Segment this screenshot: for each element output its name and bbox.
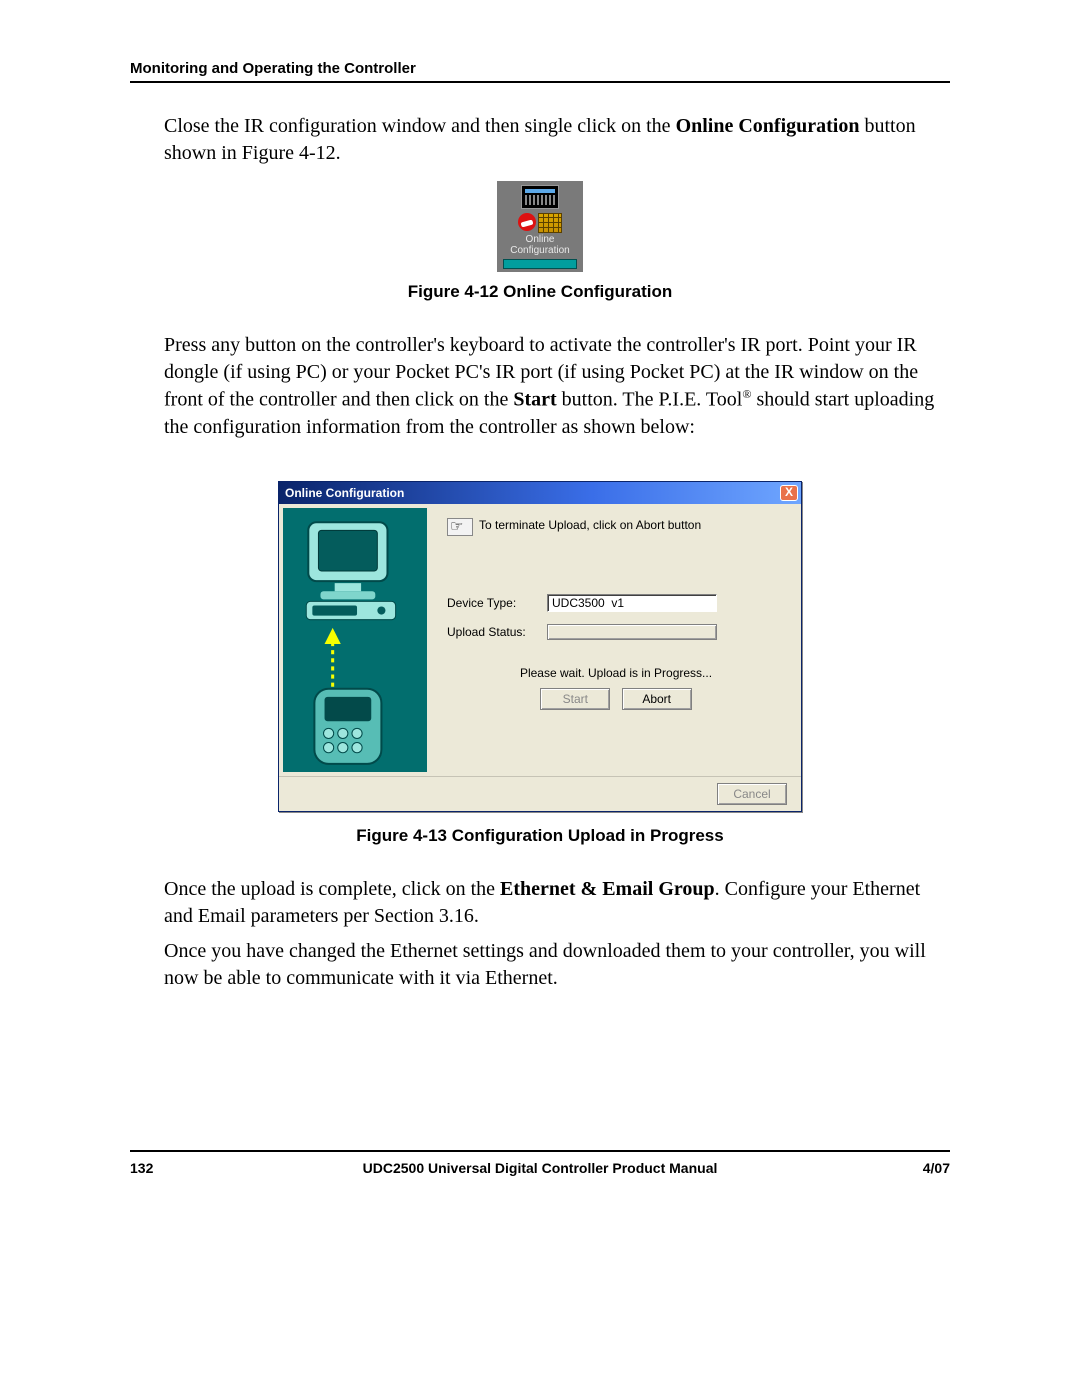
footer-rule <box>130 1150 950 1152</box>
pointing-hand-icon <box>447 518 473 536</box>
dialog-title: Online Configuration <box>285 486 404 500</box>
header-rule <box>130 81 950 83</box>
upload-illustration <box>283 508 427 772</box>
p2-t2: button. The P.I.E. Tool <box>557 389 743 411</box>
figure-4-13-caption: Figure 4-13 Configuration Upload in Prog… <box>130 826 950 846</box>
p1-pre: Close the IR configuration window and th… <box>164 115 676 137</box>
wait-message: Please wait. Upload is in Progress... <box>447 666 785 680</box>
section-header: Monitoring and Operating the Controller <box>130 60 950 77</box>
tool-icon <box>518 213 536 231</box>
device-type-row: Device Type: <box>447 594 785 612</box>
p3-bold: Ethernet & Email Group <box>500 878 715 900</box>
icon-label: Online Configuration <box>503 235 577 256</box>
footer-date: 4/07 <box>850 1160 950 1176</box>
upload-status-label: Upload Status: <box>447 625 547 639</box>
abort-button[interactable]: Abort <box>622 688 692 710</box>
page-footer: 132 UDC2500 Universal Digital Controller… <box>130 1160 950 1176</box>
device-type-field[interactable] <box>547 594 717 612</box>
dialog-graphic-panel <box>279 504 431 776</box>
p2-bold: Start <box>513 389 556 411</box>
controller-icon <box>521 185 559 209</box>
page-number: 132 <box>130 1160 230 1176</box>
p1-bold: Online Configuration <box>676 115 860 137</box>
online-config-dialog: Online Configuration X <box>278 481 802 812</box>
paragraph-4: Once you have changed the Ethernet setti… <box>164 938 950 992</box>
icon-label-line1: Online <box>526 234 555 245</box>
start-button[interactable]: Start <box>540 688 610 710</box>
hint-text: To terminate Upload, click on Abort butt… <box>479 518 701 532</box>
dialog-titlebar[interactable]: Online Configuration X <box>279 482 801 504</box>
device-icon <box>503 259 577 269</box>
upload-progress-bar <box>547 624 717 640</box>
icon-label-line2: Configuration <box>510 245 569 256</box>
upload-status-row: Upload Status: <box>447 624 785 640</box>
cancel-button[interactable]: Cancel <box>717 783 787 805</box>
figure-4-12-caption: Figure 4-12 Online Configuration <box>130 282 950 302</box>
online-config-icon: Online Configuration <box>497 181 583 272</box>
close-button[interactable]: X <box>780 485 798 501</box>
figure-4-12: Online Configuration <box>130 181 950 272</box>
grid-icon <box>538 213 562 233</box>
paragraph-2: Press any button on the controller's key… <box>164 332 950 441</box>
device-type-label: Device Type: <box>447 596 547 610</box>
manual-title: UDC2500 Universal Digital Controller Pro… <box>230 1160 850 1176</box>
paragraph-1: Close the IR configuration window and th… <box>164 113 950 167</box>
p3-pre: Once the upload is complete, click on th… <box>164 878 500 900</box>
hint-row: To terminate Upload, click on Abort butt… <box>447 518 785 536</box>
paragraph-3: Once the upload is complete, click on th… <box>164 876 950 930</box>
